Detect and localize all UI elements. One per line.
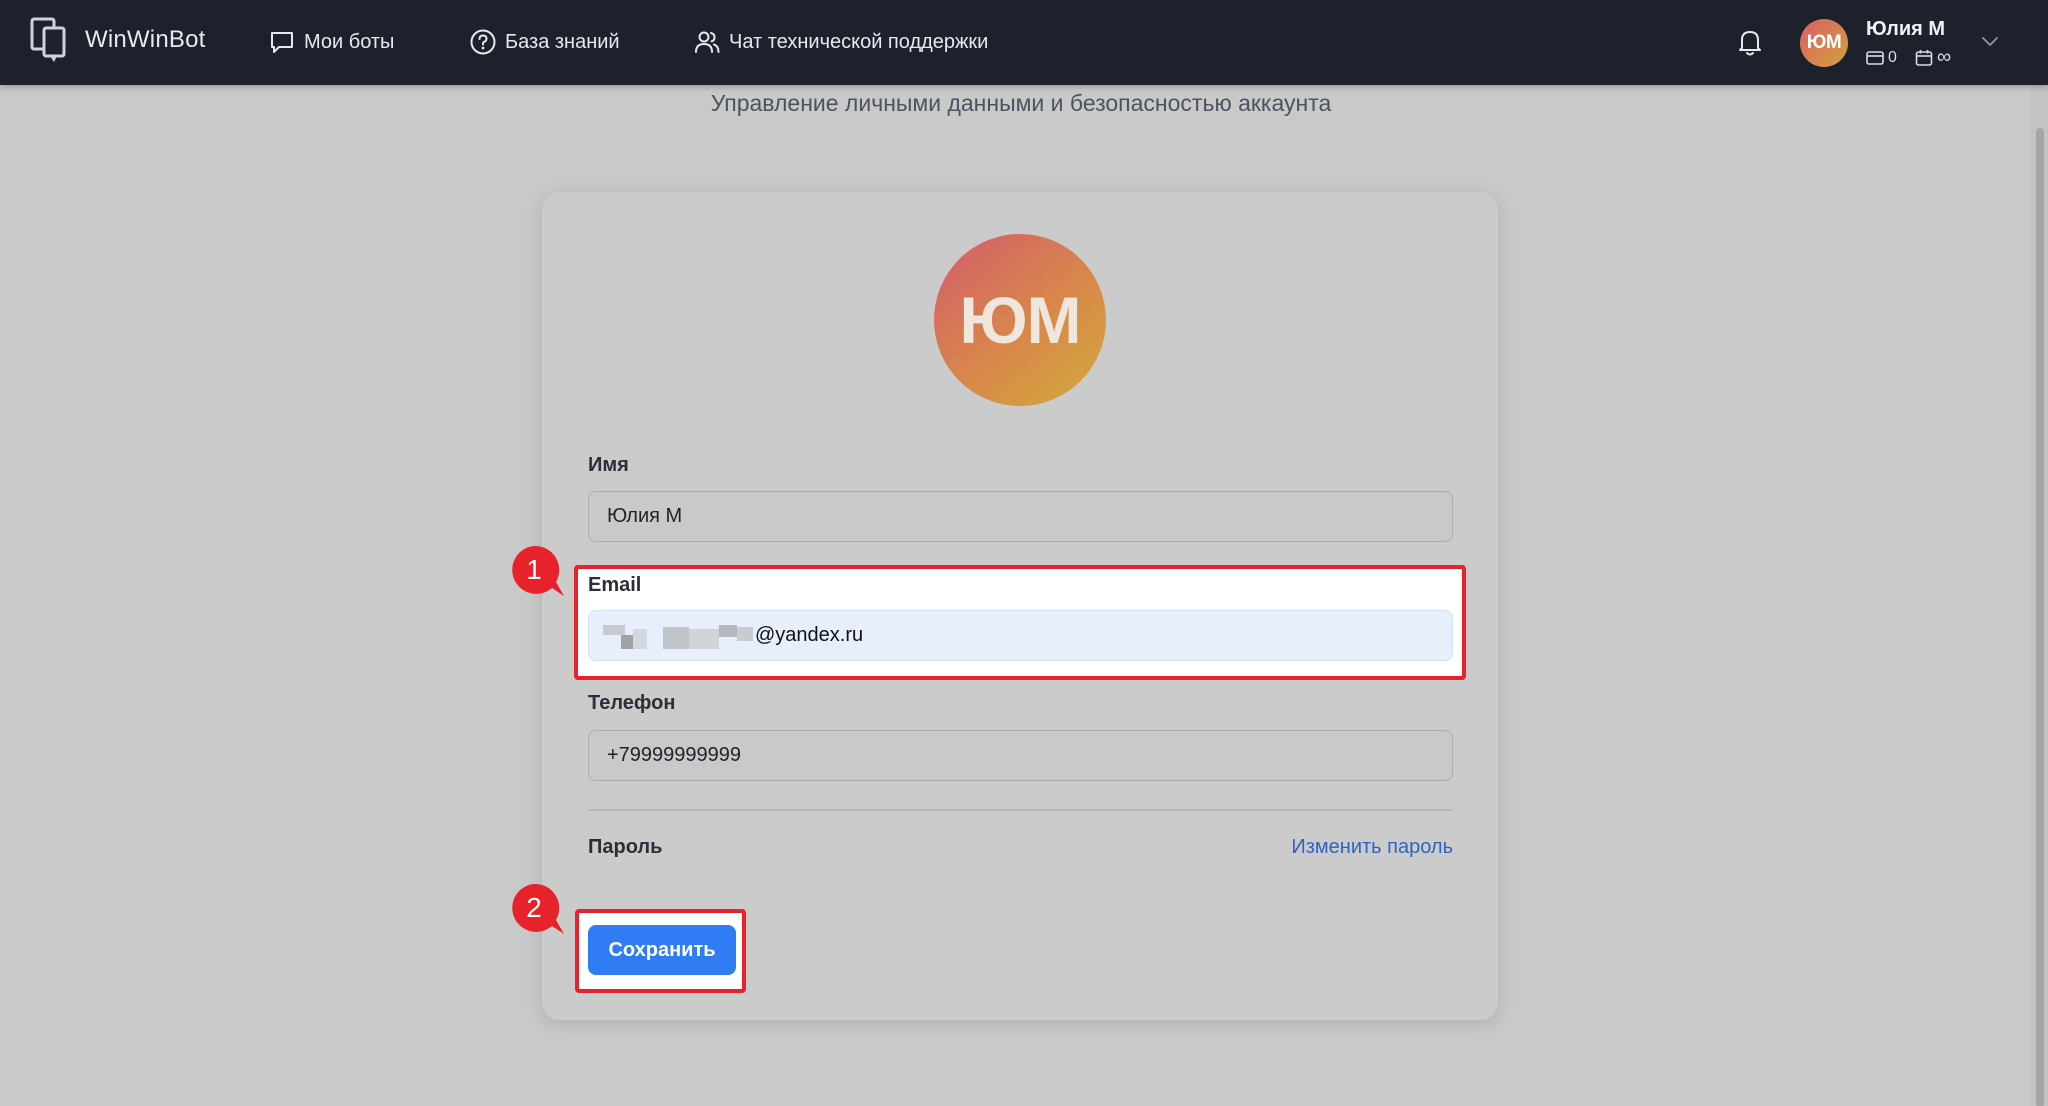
marker-1-number: 1	[526, 554, 542, 585]
period-stat: ∞	[1915, 46, 1951, 69]
nav-knowledge-base-label: База знаний	[505, 30, 620, 53]
period-value: ∞	[1936, 46, 1952, 68]
profile-avatar[interactable]: ЮМ	[934, 234, 1106, 406]
calendar-icon	[1915, 49, 1933, 66]
nav-support-chat-label: Чат технической поддержки	[729, 30, 989, 53]
password-label: Пароль	[588, 836, 663, 858]
change-password-link[interactable]: Изменить пароль	[1253, 836, 1453, 859]
top-navigation-bar: WinWinBot Мои боты База знаний Чат техни…	[0, 0, 2048, 85]
email-visible-text: @yandex.ru	[755, 624, 864, 646]
section-divider	[588, 809, 1453, 811]
marker-2-number: 2	[526, 892, 542, 923]
nav-my-bots[interactable]: Мои боты	[268, 26, 394, 58]
balance-stat: 0	[1866, 49, 1897, 67]
user-avatar[interactable]: ЮМ	[1800, 19, 1848, 67]
save-button[interactable]: Сохранить	[588, 925, 736, 975]
scrollbar-thumb[interactable]	[2036, 128, 2044, 1106]
question-circle-icon	[470, 29, 496, 55]
chevron-down-icon[interactable]	[1980, 34, 2000, 48]
balance-value: 0	[1888, 48, 1897, 66]
nav-support-chat[interactable]: Чат технической поддержки	[693, 26, 988, 58]
nav-my-bots-label: Мои боты	[304, 30, 395, 53]
redacted-email-mosaic	[603, 623, 753, 649]
email-input[interactable]: @yandex.ru	[588, 610, 1453, 661]
user-stats: 0 ∞	[1866, 46, 1963, 69]
phone-input[interactable]	[588, 730, 1453, 781]
page-subtitle: Управление личными данными и безопасност…	[710, 90, 1332, 116]
wallet-icon	[1866, 50, 1884, 65]
email-label: Email	[588, 574, 642, 596]
users-icon	[695, 31, 720, 53]
name-input[interactable]	[588, 491, 1453, 542]
nav-knowledge-base[interactable]: База знаний	[469, 26, 620, 58]
phone-label: Телефон	[588, 692, 676, 714]
winwinbot-logo-icon[interactable]	[30, 16, 68, 64]
step-marker-2: 2	[508, 882, 568, 938]
name-label: Имя	[588, 454, 629, 476]
bell-icon[interactable]	[1736, 27, 1764, 57]
step-marker-1: 1	[508, 544, 568, 600]
user-name[interactable]: Юлия М	[1866, 18, 1945, 41]
brand-name[interactable]: WinWinBot	[85, 26, 206, 54]
chat-bubble-icon	[271, 32, 293, 53]
